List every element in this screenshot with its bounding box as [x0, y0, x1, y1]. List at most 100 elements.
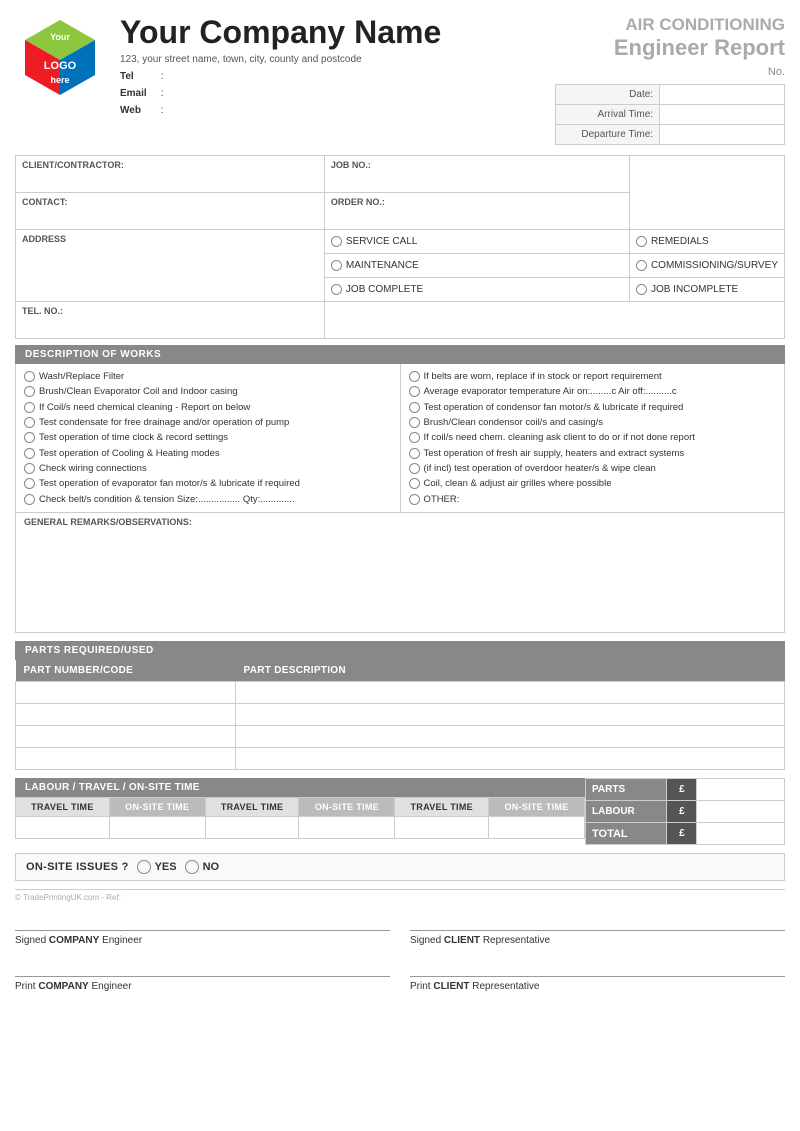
job-incomplete-radio[interactable] — [636, 284, 647, 295]
work-item-8: Test operation of evaporator fan motor/s… — [24, 477, 392, 492]
labour-val-1-travel[interactable] — [16, 817, 110, 839]
labour-header: LABOUR / TRAVEL / ON-SITE TIME — [15, 778, 585, 797]
svg-text:here: here — [50, 75, 69, 85]
parts-total-label: PARTS — [586, 779, 667, 801]
client-contractor-value[interactable] — [22, 170, 318, 188]
company-name: Your Company Name — [120, 15, 555, 50]
work-radio-r3[interactable] — [409, 402, 420, 413]
work-radio-1[interactable] — [24, 371, 35, 382]
maintenance-radio[interactable] — [331, 260, 342, 271]
work-item-r9: OTHER: — [409, 492, 777, 507]
work-radio-r8[interactable] — [409, 478, 420, 489]
web-label: Web — [120, 102, 158, 119]
parts-section: PARTS REQUIRED/USED PART NUMBER/CODE PAR… — [15, 641, 785, 770]
parts-desc-2[interactable] — [236, 704, 785, 726]
contact-value[interactable] — [22, 207, 318, 225]
labour-val-3-travel[interactable] — [395, 817, 489, 839]
parts-total-value[interactable] — [697, 779, 785, 801]
work-radio-3[interactable] — [24, 402, 35, 413]
work-item-3: If Coil/s need chemical cleaning - Repor… — [24, 400, 392, 415]
remarks-content[interactable] — [24, 527, 776, 627]
work-item-2: Brush/Clean Evaporator Coil and Indoor c… — [24, 385, 392, 400]
parts-desc-1[interactable] — [236, 682, 785, 704]
remedials-option[interactable]: REMEDIALS — [636, 234, 778, 249]
departure-value[interactable] — [660, 125, 785, 145]
service-call-option[interactable]: SERVICE CALL — [331, 234, 623, 249]
labour-val-2-onsite[interactable] — [299, 817, 395, 839]
work-radio-8[interactable] — [24, 478, 35, 489]
works-header: DESCRIPTION OF WORKS — [15, 345, 785, 364]
work-radio-r7[interactable] — [409, 463, 420, 474]
onsite-no-option[interactable]: NO — [185, 860, 220, 874]
onsite-yes-option[interactable]: YES — [137, 860, 177, 874]
parts-desc-3[interactable] — [236, 726, 785, 748]
work-radio-r4[interactable] — [409, 417, 420, 428]
onsite-section: ON-SITE ISSUES ? YES NO — [15, 853, 785, 881]
job-no-value[interactable] — [331, 170, 623, 188]
commissioning-radio[interactable] — [636, 260, 647, 271]
work-radio-7[interactable] — [24, 463, 35, 474]
tel-no-value[interactable] — [22, 316, 318, 334]
onsite-no-radio[interactable] — [185, 860, 199, 874]
work-item-4: Test condensate for free drainage and/or… — [24, 415, 392, 430]
client-job-table: CLIENT/CONTRACTOR: JOB NO.: CONTACT: ORD… — [15, 155, 785, 339]
labour-col2-travel: TRAVEL TIME — [205, 798, 299, 817]
labour-val-2-travel[interactable] — [205, 817, 299, 839]
work-item-r4: Brush/Clean condensor coil/s and casing/… — [409, 415, 777, 430]
job-incomplete-option[interactable]: JOB INCOMPLETE — [636, 282, 778, 297]
work-radio-r9[interactable] — [409, 494, 420, 505]
commissioning-option[interactable]: COMMISSIONING/SURVEY — [636, 258, 778, 273]
work-item-r5: If coil/s need chem. cleaning ask client… — [409, 431, 777, 446]
remarks-label: GENERAL REMARKS/OBSERVATIONS: — [24, 517, 776, 527]
arrival-value[interactable] — [660, 105, 785, 125]
parts-num-3[interactable] — [16, 726, 236, 748]
work-radio-6[interactable] — [24, 448, 35, 459]
print-company-block: Print COMPANY Engineer — [15, 956, 390, 992]
labour-col2-onsite: ON-SITE TIME — [299, 798, 395, 817]
remedials-radio[interactable] — [636, 236, 647, 247]
work-radio-r5[interactable] — [409, 432, 420, 443]
date-label: Date: — [556, 85, 660, 105]
client-contractor-label: CLIENT/CONTRACTOR: — [22, 160, 318, 170]
address-value[interactable] — [22, 244, 318, 294]
remarks-section: GENERAL REMARKS/OBSERVATIONS: — [15, 513, 785, 633]
order-no-value[interactable] — [331, 207, 623, 225]
print-client-block: Print CLIENT Representative — [410, 956, 785, 992]
grand-total-value[interactable] — [697, 823, 785, 845]
work-radio-r2[interactable] — [409, 386, 420, 397]
work-radio-4[interactable] — [24, 417, 35, 428]
works-right-col: If belts are worn, replace if in stock o… — [401, 364, 785, 512]
grand-total-currency: £ — [667, 823, 697, 845]
contact-label: CONTACT: — [22, 197, 318, 207]
parts-desc-4[interactable] — [236, 748, 785, 770]
report-box: AIR CONDITIONING Engineer Report No. Dat… — [555, 15, 785, 145]
parts-num-4[interactable] — [16, 748, 236, 770]
onsite-yes-label: YES — [155, 861, 177, 873]
onsite-yes-radio[interactable] — [137, 860, 151, 874]
departure-label: Departure Time: — [556, 125, 660, 145]
work-radio-2[interactable] — [24, 386, 35, 397]
svg-text:Your: Your — [50, 32, 70, 42]
parts-num-2[interactable] — [16, 704, 236, 726]
work-radio-9[interactable] — [24, 494, 35, 505]
date-value[interactable] — [660, 85, 785, 105]
signed-company-block: Signed COMPANY Engineer — [15, 910, 390, 946]
parts-num-1[interactable] — [16, 682, 236, 704]
tel-no-label: TEL. NO.: — [22, 306, 318, 316]
job-complete-option[interactable]: JOB COMPLETE — [331, 282, 623, 297]
work-item-r1: If belts are worn, replace if in stock o… — [409, 369, 777, 384]
work-radio-5[interactable] — [24, 432, 35, 443]
job-complete-radio[interactable] — [331, 284, 342, 295]
maintenance-option[interactable]: MAINTENANCE — [331, 258, 623, 273]
work-radio-r1[interactable] — [409, 371, 420, 382]
service-call-radio[interactable] — [331, 236, 342, 247]
labour-total-value[interactable] — [697, 801, 785, 823]
report-subtitle: Engineer Report — [555, 35, 785, 61]
company-address: 123, your street name, town, city, count… — [120, 54, 555, 65]
work-item-r2: Average evaporator temperature Air on:..… — [409, 385, 777, 400]
labour-val-3-onsite[interactable] — [489, 817, 585, 839]
work-radio-r6[interactable] — [409, 448, 420, 459]
labour-val-1-onsite[interactable] — [109, 817, 205, 839]
print-row: Print COMPANY Engineer Print CLIENT Repr… — [15, 956, 785, 992]
report-title: AIR CONDITIONING — [555, 15, 785, 35]
